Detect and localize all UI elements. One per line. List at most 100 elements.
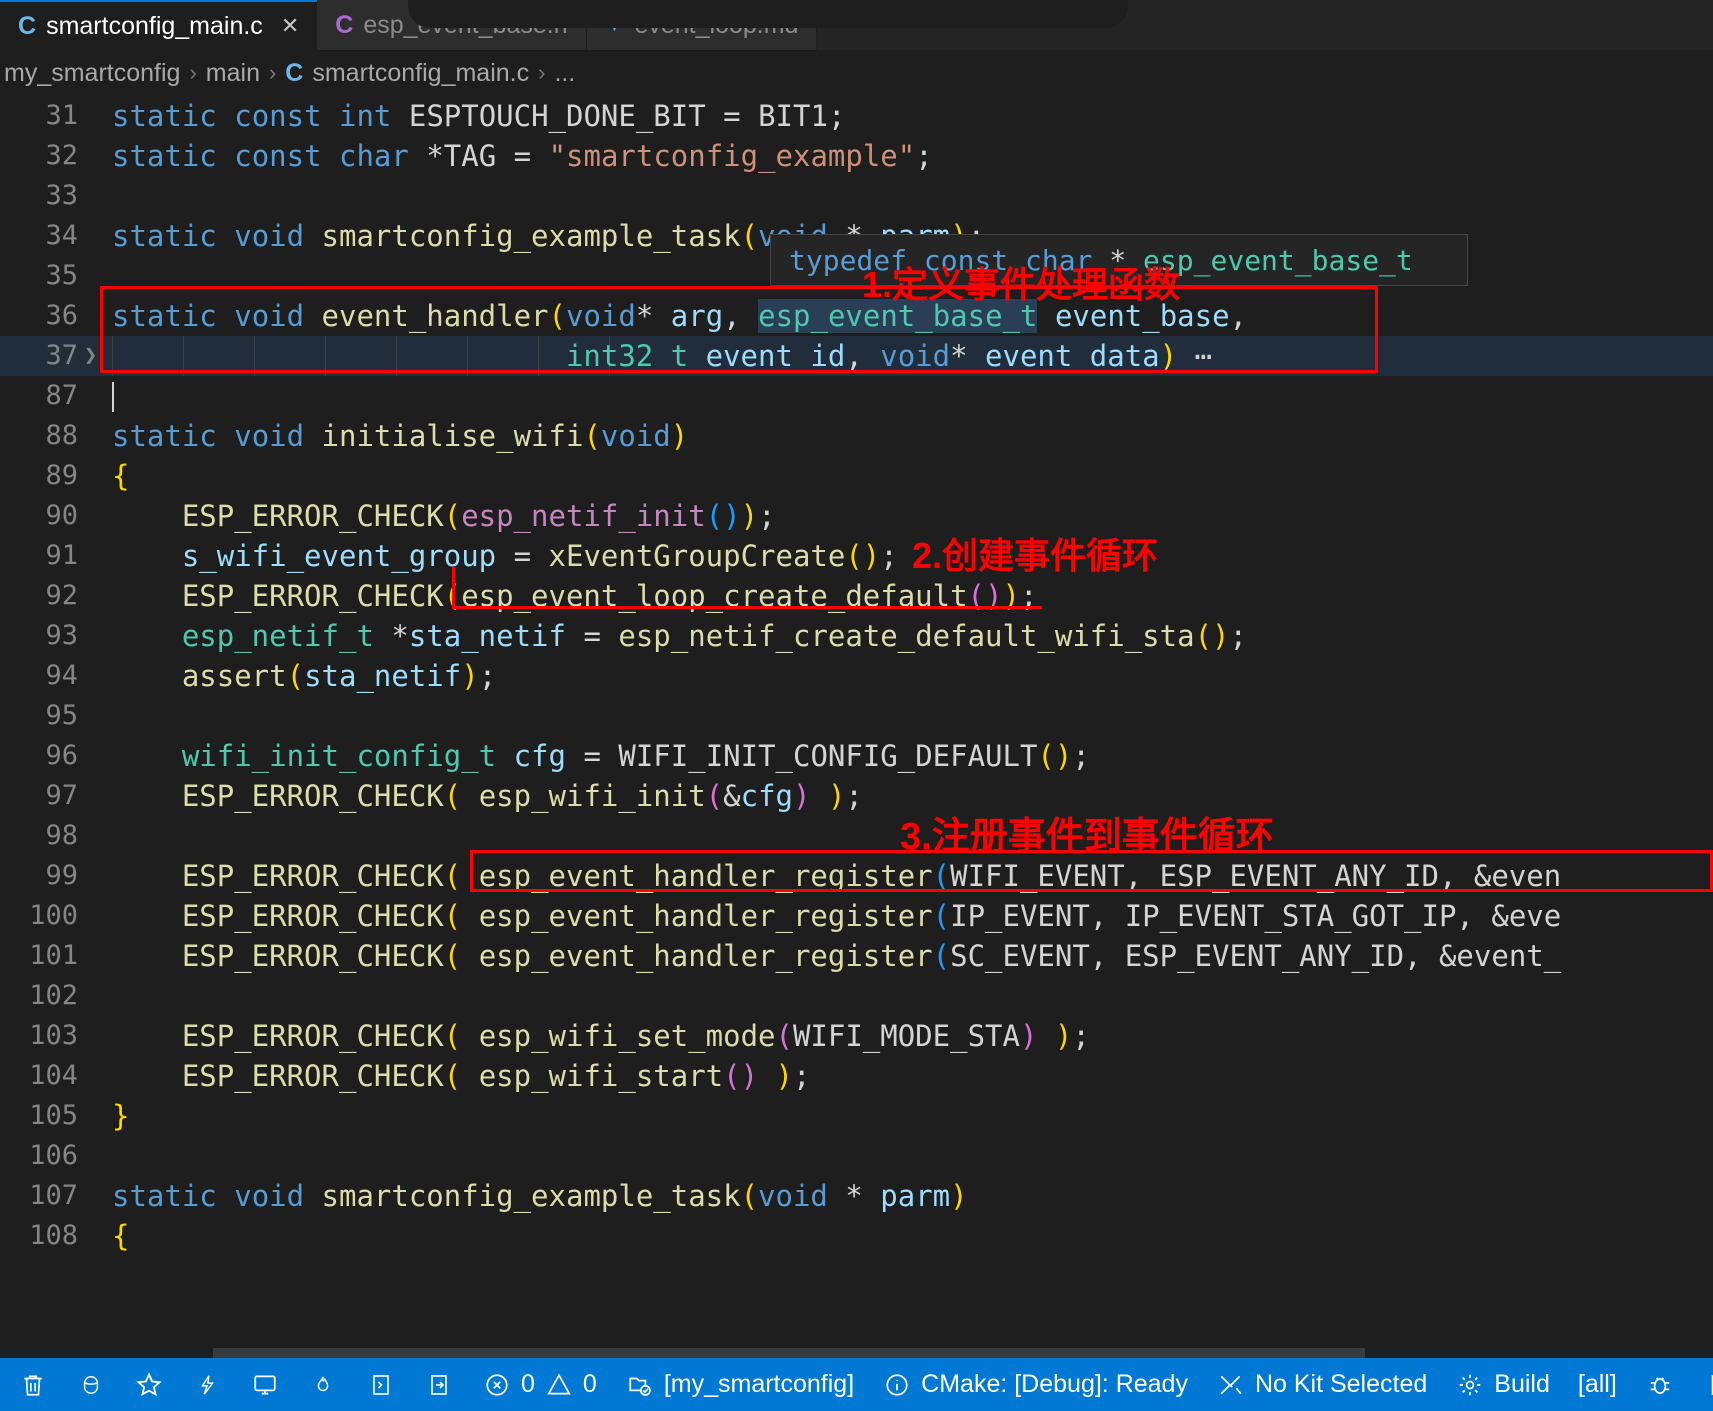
- scrollbar-thumb[interactable]: [213, 1348, 1365, 1358]
- status-active-folder[interactable]: [my_smartconfig]: [611, 1358, 868, 1411]
- status-build-button[interactable]: Build: [1441, 1358, 1564, 1411]
- line-number: 97: [45, 780, 78, 811]
- line-content: ESP_ERROR_CHECK( esp_wifi_init(&cfg) );: [181, 779, 863, 813]
- status-problems[interactable]: 0 0: [468, 1358, 611, 1411]
- build-label: Build: [1494, 1370, 1550, 1398]
- line-content: s_wifi_event_group = xEventGroupCreate()…: [181, 539, 898, 573]
- line-number: 93: [45, 620, 78, 651]
- line-content: int32_t event_id, void* event_data) ⋯: [565, 339, 1213, 373]
- line-content: {: [112, 459, 130, 493]
- code-line: 91 s_wifi_event_group = xEventGroupCreat…: [0, 536, 1713, 576]
- tab-label: smartconfig_main.c: [46, 11, 263, 40]
- breadcrumb-item-file[interactable]: smartconfig_main.c: [312, 59, 529, 88]
- code-line: 94 assert(sta_netif);: [0, 656, 1713, 696]
- status-flash-button[interactable]: [178, 1358, 236, 1411]
- code-line: 92 ESP_ERROR_CHECK(esp_event_loop_create…: [0, 576, 1713, 616]
- code-line: 90 ESP_ERROR_CHECK(esp_netif_init());: [0, 496, 1713, 536]
- line-number: 88: [45, 420, 78, 451]
- status-flame-button[interactable]: [294, 1358, 352, 1411]
- line-number: 90: [45, 500, 78, 531]
- code-line: 96 wifi_init_config_t cfg = WIFI_INIT_CO…: [0, 736, 1713, 776]
- line-number: 108: [29, 1220, 78, 1251]
- kit-selector-label: No Kit Selected: [1254, 1370, 1428, 1398]
- status-database-button[interactable]: [62, 1358, 120, 1411]
- status-kit-selector[interactable]: No Kit Selected: [1202, 1358, 1441, 1411]
- line-content: wifi_init_config_t cfg = WIFI_INIT_CONFI…: [181, 739, 1090, 773]
- code-line: 104 ESP_ERROR_CHECK( esp_wifi_start() );: [0, 1056, 1713, 1096]
- tab-esp-event-base-h[interactable]: C esp_event_base.h: [317, 0, 587, 50]
- line-number: 91: [45, 540, 78, 571]
- info-icon: [882, 1370, 912, 1400]
- line-number: 33: [45, 180, 78, 211]
- code-line: 98: [0, 816, 1713, 856]
- status-cmake[interactable]: CMake: [Debug]: Ready: [868, 1358, 1202, 1411]
- line-content: static void initialise_wifi(void): [112, 419, 689, 453]
- warning-icon: [544, 1370, 574, 1400]
- code-line: 100 ESP_ERROR_CHECK( esp_event_handler_r…: [0, 896, 1713, 936]
- status-open-right-button[interactable]: [410, 1358, 468, 1411]
- database-icon: [76, 1370, 106, 1400]
- line-content: ESP_ERROR_CHECK( esp_wifi_set_mode(WIFI_…: [181, 1019, 1090, 1053]
- line-number: 100: [29, 900, 78, 931]
- fold-collapsed-icon[interactable]: ❯: [84, 336, 106, 376]
- line-content: ESP_ERROR_CHECK(esp_netif_init());: [181, 499, 776, 533]
- code-line: 97 ESP_ERROR_CHECK( esp_wifi_init(&cfg) …: [0, 776, 1713, 816]
- code-line: 101 ESP_ERROR_CHECK( esp_event_handler_r…: [0, 936, 1713, 976]
- line-number: 37: [45, 340, 78, 371]
- line-number: 35: [45, 260, 78, 291]
- line-content: }: [112, 1099, 130, 1133]
- tab-smartconfig-main-c[interactable]: C smartconfig_main.c ✕: [0, 0, 318, 50]
- monitor-icon: [250, 1370, 280, 1400]
- code-line: 102: [0, 976, 1713, 1016]
- breadcrumb-item-folder[interactable]: main: [206, 59, 260, 88]
- trash-icon: [18, 1370, 48, 1400]
- breadcrumb-item-symbol[interactable]: ...: [554, 59, 575, 88]
- hover-tooltip: typedef const char * esp_event_base_t: [770, 234, 1468, 286]
- status-remove-button[interactable]: [4, 1358, 62, 1411]
- status-monitor-button[interactable]: [236, 1358, 294, 1411]
- status-terminal-button[interactable]: [352, 1358, 410, 1411]
- tab-event-loop-md[interactable]: ▼ event_loop.md: [586, 0, 818, 50]
- code-line: 31 static const int ESPTOUCH_DONE_BIT = …: [0, 96, 1713, 136]
- error-count: 0: [521, 1370, 535, 1398]
- markdown-file-icon: ▼: [604, 13, 625, 36]
- code-line: 103 ESP_ERROR_CHECK( esp_wifi_set_mode(W…: [0, 1016, 1713, 1056]
- line-number: 95: [45, 700, 78, 731]
- status-debug-button[interactable]: [1631, 1358, 1689, 1411]
- line-number: 31: [45, 100, 78, 131]
- horizontal-scrollbar[interactable]: [0, 1348, 1713, 1358]
- line-number: 102: [29, 980, 78, 1011]
- chevron-right-icon: ›: [268, 60, 277, 85]
- breadcrumb-item-project[interactable]: my_smartconfig: [4, 59, 180, 88]
- line-number: 105: [29, 1100, 78, 1131]
- line-number: 104: [29, 1060, 78, 1091]
- text-cursor: [112, 382, 114, 412]
- code-line: 107 static void smartconfig_example_task…: [0, 1176, 1713, 1216]
- code-line: 36 static void event_handler(void* arg, …: [0, 296, 1713, 336]
- breadcrumb: my_smartconfig › main › C smartconfig_ma…: [0, 50, 1713, 96]
- status-bar: 0 0 [my_smartconfig] CMake: [Debug]: Rea…: [0, 1358, 1713, 1411]
- editor-tab-bar: C smartconfig_main.c ✕ C esp_event_base.…: [0, 0, 1713, 50]
- tab-label: event_loop.md: [634, 10, 799, 39]
- code-line: 88 static void initialise_wifi(void): [0, 416, 1713, 456]
- status-launch-button[interactable]: [1689, 1358, 1713, 1411]
- chevron-right-icon: ›: [538, 60, 546, 85]
- line-content: ESP_ERROR_CHECK( esp_event_handler_regis…: [181, 859, 1562, 893]
- warning-count: 0: [582, 1370, 597, 1398]
- line-content: esp_netif_t *sta_netif = esp_netif_creat…: [181, 619, 1247, 653]
- line-number: 106: [29, 1140, 78, 1171]
- play-icon: [1703, 1370, 1713, 1400]
- code-line: 106: [0, 1136, 1713, 1176]
- line-content: static const char *TAG = "smartconfig_ex…: [112, 139, 933, 173]
- close-icon[interactable]: ✕: [281, 13, 299, 39]
- c-file-icon: C: [285, 58, 304, 87]
- line-number: 98: [45, 820, 78, 851]
- line-content: static void event_handler(void* arg, esp…: [112, 299, 1248, 333]
- line-number: 34: [45, 220, 78, 251]
- star-icon: [134, 1370, 164, 1400]
- tools-icon: [1216, 1370, 1246, 1400]
- status-build-target[interactable]: [all]: [1564, 1358, 1631, 1411]
- status-favorite-button[interactable]: [120, 1358, 178, 1411]
- cmake-status-label: CMake: [Debug]: Ready: [921, 1370, 1188, 1398]
- code-line: 105 }: [0, 1096, 1713, 1136]
